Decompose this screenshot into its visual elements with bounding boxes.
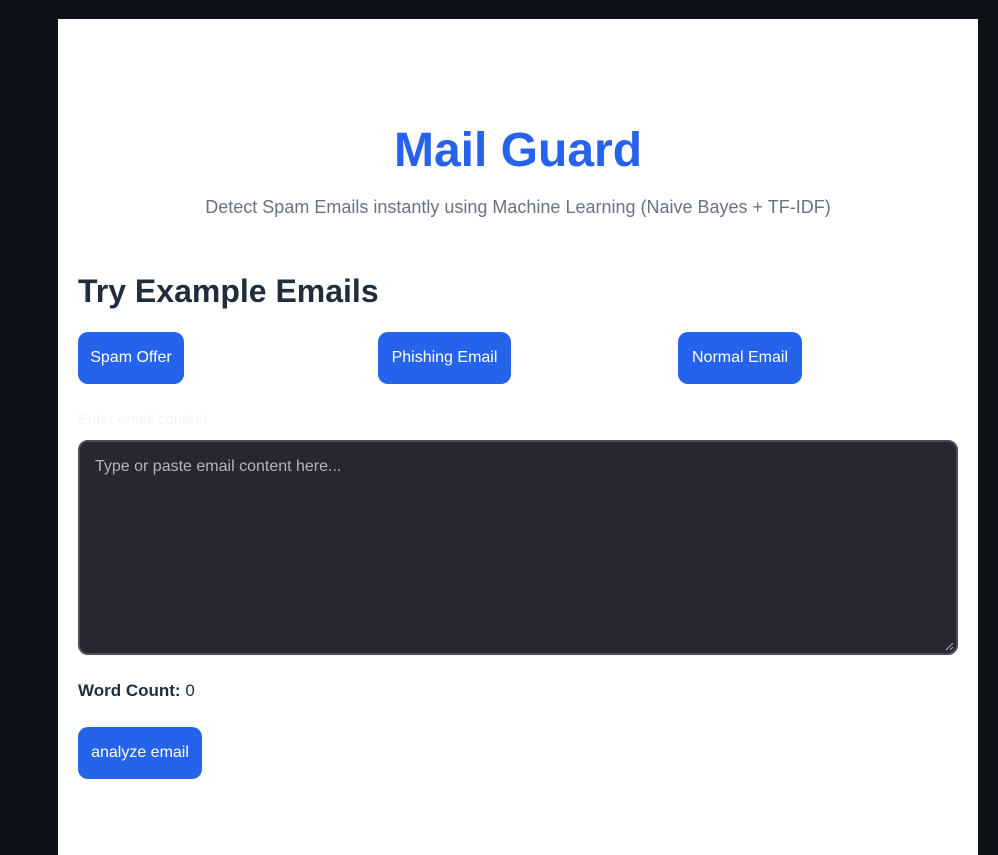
main-card: Mail Guard Detect Spam Emails instantly … bbox=[58, 19, 978, 855]
analyze-email-button[interactable]: analyze email bbox=[78, 727, 202, 779]
word-count-label: Word Count: bbox=[78, 681, 181, 700]
normal-email-button[interactable]: Normal Email bbox=[678, 332, 802, 384]
resize-handle-icon[interactable] bbox=[944, 641, 954, 651]
phishing-email-button[interactable]: Phishing Email bbox=[378, 332, 511, 384]
spam-offer-button[interactable]: Spam Offer bbox=[78, 332, 184, 384]
email-content-input[interactable] bbox=[78, 440, 958, 655]
page-subtitle: Detect Spam Emails instantly using Machi… bbox=[205, 197, 831, 217]
examples-heading: Try Example Emails bbox=[78, 273, 379, 309]
page-title: Mail Guard bbox=[393, 124, 643, 177]
email-content-label: Enter email content bbox=[78, 411, 208, 428]
word-count: Word Count: 0 bbox=[78, 679, 195, 703]
word-count-value: 0 bbox=[185, 681, 195, 700]
